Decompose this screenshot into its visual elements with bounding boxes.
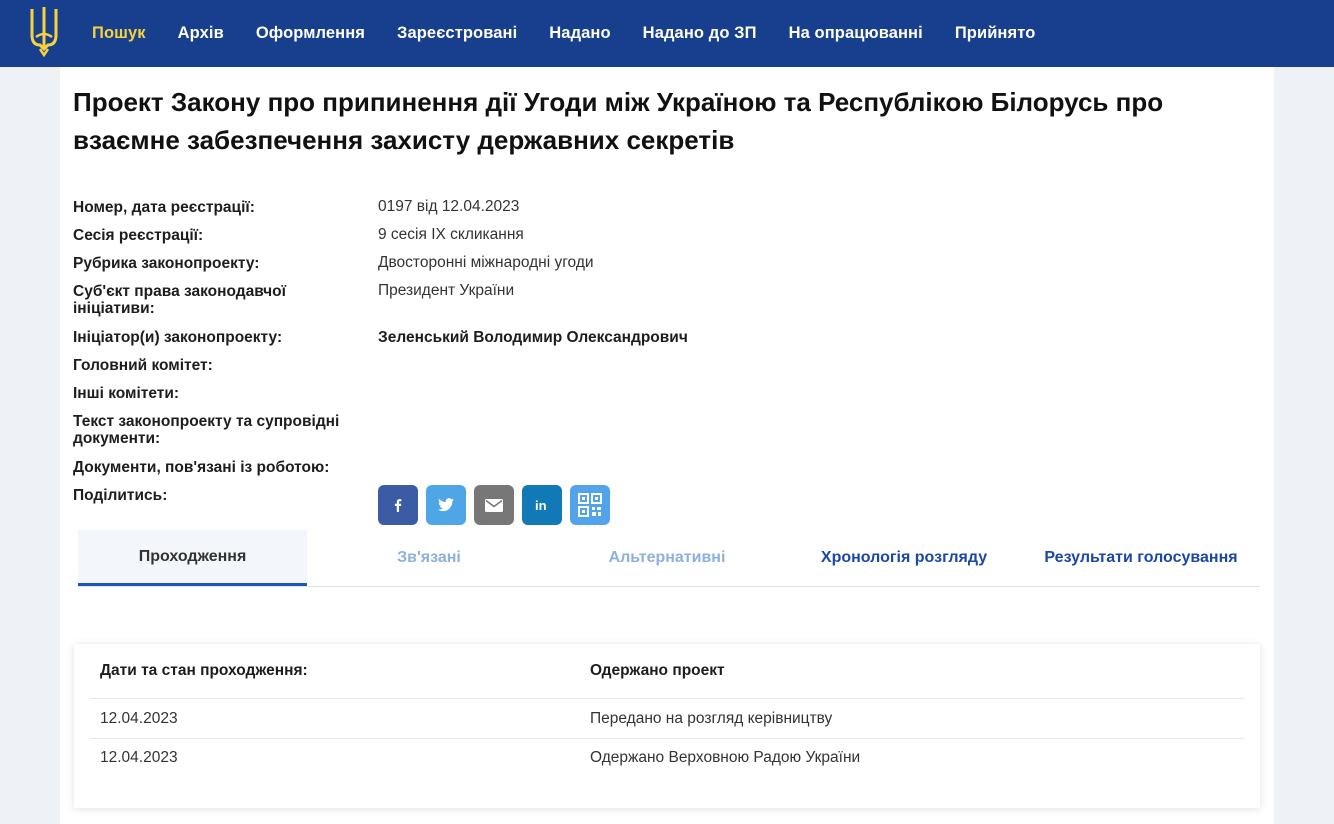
field-label-initiative-subject: Суб'єкт права законодавчої ініціативи:: [73, 283, 286, 317]
passage-row-status: Передано на розгляд керівництву: [590, 710, 833, 727]
field-value-initiative-subject: Президент України: [378, 282, 515, 299]
facebook-icon: [394, 499, 402, 512]
facebook-share-button[interactable]: [378, 485, 418, 525]
qr-share-button[interactable]: [570, 485, 610, 525]
twitter-icon: [438, 498, 454, 512]
field-label-session: Сесія реєстрації:: [73, 227, 204, 244]
nav-item-provided[interactable]: Надано: [549, 24, 610, 43]
tab-related[interactable]: Зв'язані: [314, 530, 544, 586]
passage-row-date: 12.04.2023: [100, 710, 178, 727]
twitter-share-button[interactable]: [426, 485, 466, 525]
field-label-number-date: Номер, дата реєстрації:: [73, 199, 255, 216]
passage-table-header: Дати та стан проходження: Одержано проек…: [90, 644, 1244, 699]
nav-item-registered[interactable]: Зареєстровані: [397, 24, 517, 43]
field-value-session: 9 сесія IX скликання: [378, 226, 524, 243]
tab-passage[interactable]: Проходження: [78, 530, 307, 586]
email-icon: [485, 498, 503, 512]
table-row: 12.04.2023 Одержано Верховною Радою Укра…: [90, 738, 1244, 777]
field-value-initiators[interactable]: Зеленський Володимир Олександрович: [378, 329, 688, 346]
tab-chronology[interactable]: Хронологія розгляду: [789, 530, 1019, 586]
field-label-bill-text: Текст законопроекту та супровідні докуме…: [73, 413, 340, 447]
trident-logo-icon[interactable]: [26, 5, 62, 57]
linkedin-icon: in: [535, 498, 547, 512]
email-share-button[interactable]: [474, 485, 514, 525]
linkedin-share-button[interactable]: in: [522, 485, 562, 525]
nav-item-in-processing[interactable]: На опрацюванні: [789, 24, 923, 43]
field-value-number-date: 0197 від 12.04.2023: [378, 198, 520, 215]
field-label-other-committees: Інші комітети:: [73, 385, 180, 402]
field-value-rubric: Двосторонні міжнародні угоди: [378, 254, 594, 271]
top-navigation-bar: Пошук Архів Оформлення Зареєстровані Над…: [0, 0, 1334, 67]
nav-item-archive[interactable]: Архів: [178, 24, 224, 43]
passage-row-date: 12.04.2023: [100, 749, 178, 766]
share-buttons: in: [378, 485, 610, 525]
svg-text:in: in: [535, 498, 547, 512]
nav-item-drafting[interactable]: Оформлення: [256, 24, 365, 43]
bill-tabs: Проходження Зв'язані Альтернативні Хроно…: [78, 530, 1260, 587]
tab-voting-results[interactable]: Результати голосування: [1026, 530, 1256, 586]
nav-item-adopted[interactable]: Прийнято: [955, 24, 1036, 43]
page-title: Проект Закону про припинення дії Угоди м…: [73, 87, 1164, 155]
nav-item-provided-to-zp[interactable]: Надано до ЗП: [643, 24, 757, 43]
passage-header-dates: Дати та стан проходження:: [100, 662, 308, 679]
qr-code-icon: [578, 493, 602, 517]
passage-table: Дати та стан проходження: Одержано проек…: [74, 644, 1260, 808]
tab-alternative[interactable]: Альтернативні: [552, 530, 782, 586]
main-nav: Пошук Архів Оформлення Зареєстровані Над…: [92, 0, 1067, 67]
nav-item-search[interactable]: Пошук: [92, 24, 146, 43]
field-label-rubric: Рубрика законопроекту:: [73, 255, 260, 272]
field-label-related-documents: Документи, пов'язані із роботою:: [73, 459, 330, 476]
field-label-initiators: Ініціатор(и) законопроекту:: [73, 329, 283, 346]
field-label-main-committee: Головний комітет:: [73, 357, 213, 374]
passage-header-status: Одержано проект: [590, 662, 725, 679]
field-label-share: Поділитись:: [73, 487, 168, 504]
main-content: Проект Закону про припинення дії Угоди м…: [60, 67, 1274, 824]
passage-row-status: Одержано Верховною Радою України: [590, 749, 861, 766]
table-row: 12.04.2023 Передано на розгляд керівницт…: [90, 699, 1244, 739]
